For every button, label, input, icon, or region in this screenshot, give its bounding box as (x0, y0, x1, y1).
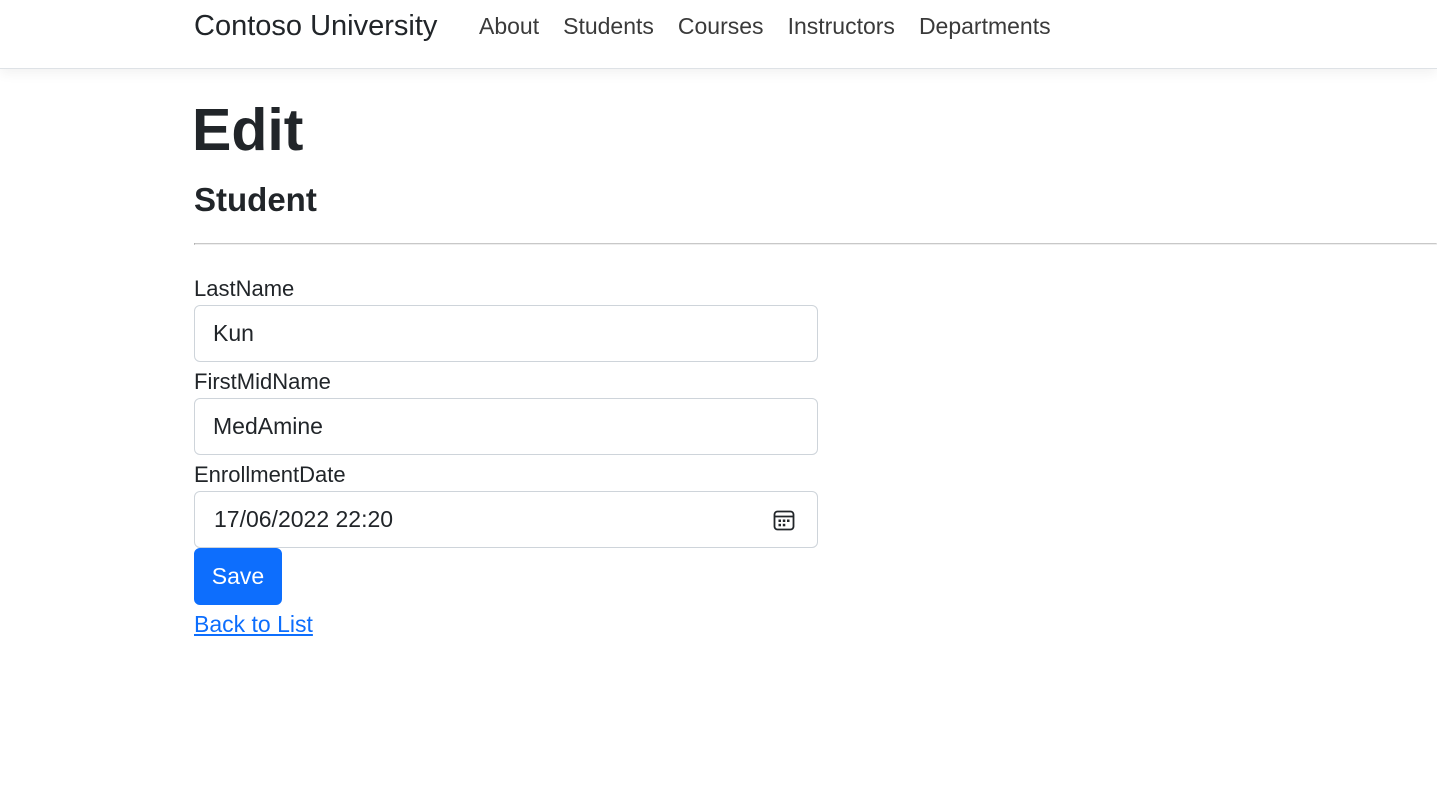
save-button[interactable]: Save (194, 548, 282, 605)
back-to-list-link[interactable]: Back to List (194, 611, 313, 638)
nav-link-instructors[interactable]: Instructors (788, 13, 895, 40)
top-navbar: Contoso University About Students Course… (0, 0, 1437, 69)
nav-link-departments[interactable]: Departments (919, 13, 1051, 40)
first-mid-name-input[interactable] (194, 398, 818, 455)
brand-link[interactable]: Contoso University (194, 10, 437, 43)
divider (194, 243, 1437, 245)
enrollment-date-value[interactable]: 17/06/2022 22:20 (214, 506, 393, 533)
last-name-label: LastName (194, 276, 295, 301)
nav-link-about[interactable]: About (479, 13, 539, 40)
enrollment-date-label: EnrollmentDate (194, 462, 346, 487)
calendar-icon[interactable] (773, 509, 795, 531)
nav-link-students[interactable]: Students (563, 13, 654, 40)
page-title: Edit (192, 97, 304, 163)
last-name-input[interactable] (194, 305, 818, 362)
nav-link-courses[interactable]: Courses (678, 13, 764, 40)
enrollment-date-input[interactable]: 17/06/2022 22:20 (194, 491, 818, 548)
first-mid-name-label: FirstMidName (194, 369, 331, 394)
page-subtitle: Student (194, 181, 317, 218)
nav-links: About Students Courses Instructors Depar… (479, 13, 1051, 40)
